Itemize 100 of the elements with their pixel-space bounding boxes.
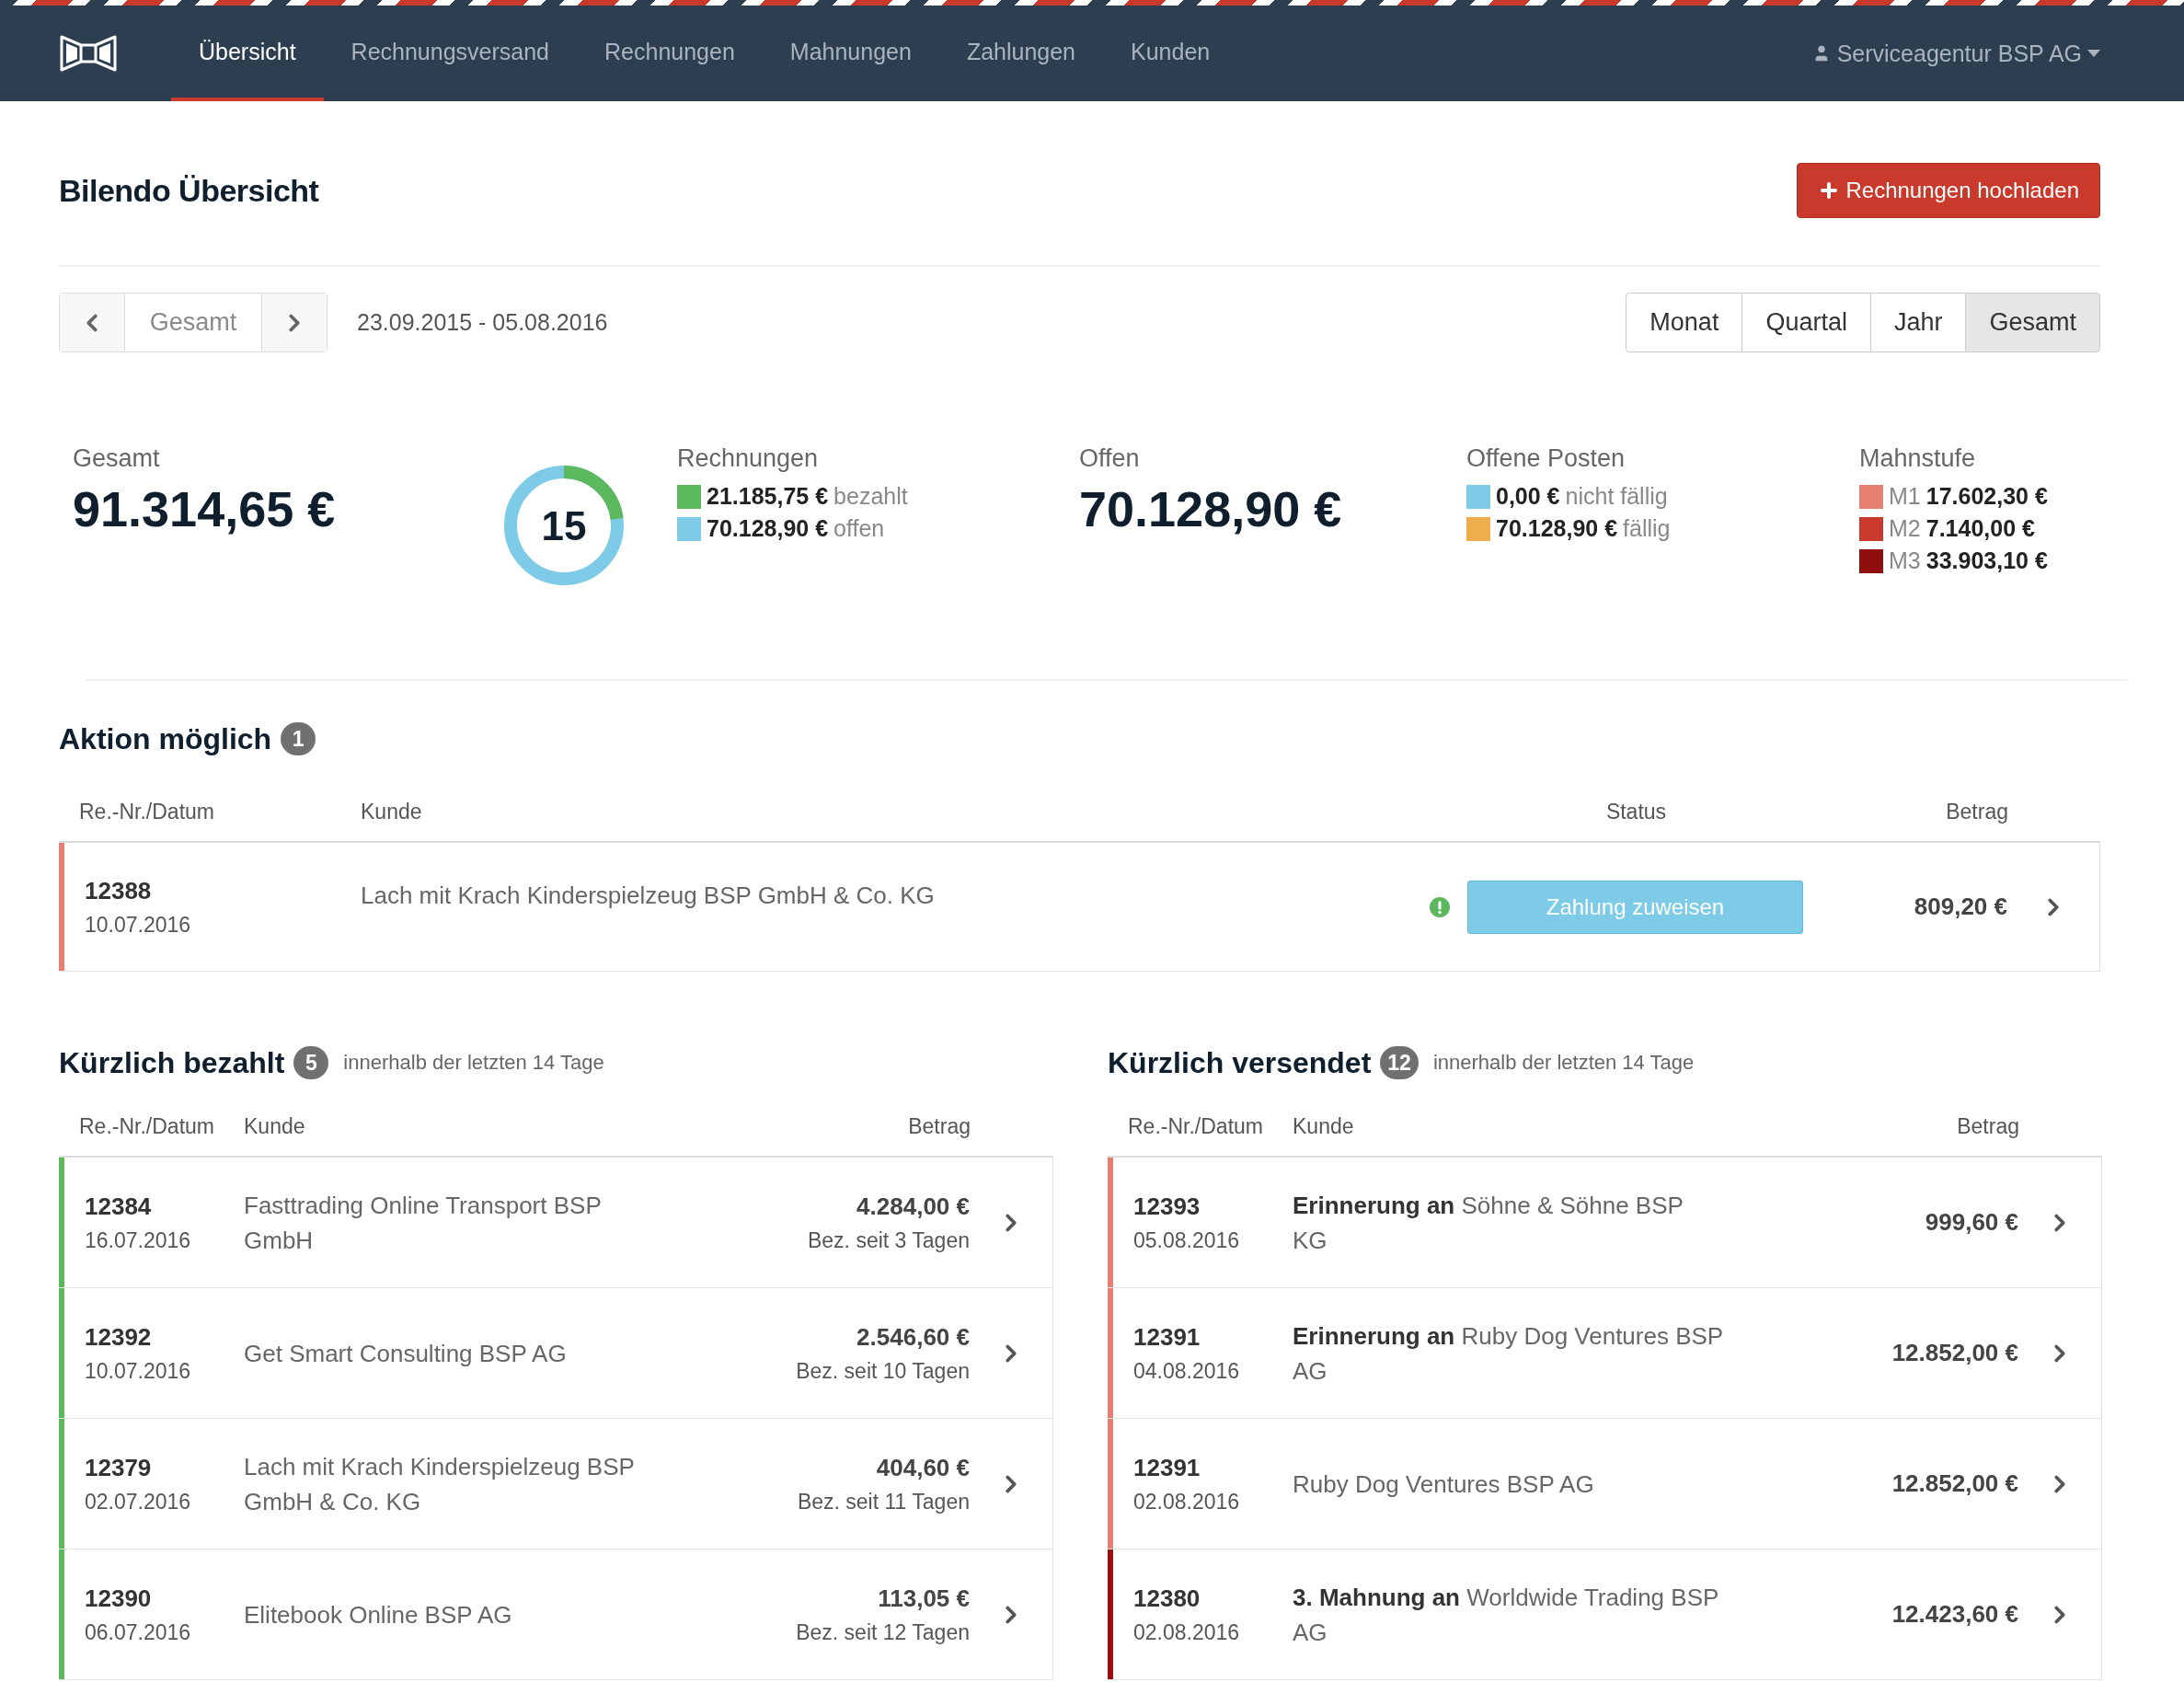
invoice-row[interactable]: 12380 02.08.2016 3. Mahnung an Worldwide Trading BSP AG 12.423,60 €: [1108, 1550, 2102, 1680]
section-note: innerhalb der letzten 14 Tage: [343, 1051, 604, 1075]
invoice-number: 12391: [1133, 1453, 1201, 1482]
invoice-amount: 2.546,60 €: [856, 1322, 970, 1352]
count-badge: 12: [1380, 1046, 1419, 1079]
invoice-row[interactable]: 12393 05.08.2016 Erinnerung an Söhne & Söhne BSP KG 999,60 €: [1108, 1158, 2102, 1288]
invoice-date: 02.08.2016: [1133, 1619, 1241, 1645]
column-header: Kunde: [1293, 1113, 1355, 1139]
column-header: Re.-Nr./Datum: [1127, 1113, 1264, 1139]
invoice-amount: 404,60 €: [876, 1453, 970, 1482]
customer-name: Erinnerung an Söhne & Söhne BSP KG: [1293, 1190, 1684, 1256]
column-header: Betrag: [907, 1113, 971, 1139]
section-note: innerhalb der letzten 14 Tage: [1432, 1051, 1695, 1075]
invoice-row[interactable]: 12379 02.07.2016 Lach mit Krach Kinderspielzeug BSP GmbH & Co. KG 404,60 € Bez. seit 11 Tagen: [59, 1419, 1053, 1550]
invoice-number: 12391: [1133, 1322, 1201, 1352]
section-title: Kürzlich bezahlt: [59, 1045, 285, 1080]
invoice-row[interactable]: 12392 10.07.2016 Get Smart Consulting BSP AG 2.546,60 € Bez. seit 10 Tagen: [59, 1288, 1053, 1419]
invoice-row[interactable]: 12384 16.07.2016 Fasttrading Online Transport BSP GmbH 4.284,00 € Bez. seit 3 Tagen: [59, 1158, 1053, 1288]
customer-name: Erinnerung an Ruby Dog Ventures BSP AG: [1293, 1320, 1724, 1387]
column-header: Re.-Nr./Datum: [78, 799, 215, 824]
invoice-number: 12390: [85, 1584, 153, 1613]
customer-name: Ruby Dog Ventures BSP AG: [1293, 1469, 1595, 1500]
column-header: Kunde: [244, 1113, 306, 1139]
range-toggle[interactable]: Quartal: [1741, 293, 1871, 352]
invoice-amount: 113,05 €: [878, 1584, 970, 1613]
range-toggle[interactable]: Gesamt: [1965, 293, 2100, 352]
invoice-date: 04.08.2016: [1133, 1358, 1241, 1384]
invoice-number: 12384: [85, 1192, 153, 1221]
nav-tab[interactable]: Rechnungsversand: [323, 6, 577, 101]
customer-name: 3. Mahnung an Worldwide Trading BSP AG: [1293, 1582, 1719, 1648]
date-range: 23.09.2015 - 05.08.2016: [357, 309, 608, 336]
invoice-amount: 12.423,60 €: [1891, 1600, 2018, 1629]
legend-amount: 70.128,90 €: [707, 515, 829, 542]
customer-name: Lach mit Krach Kinderspielzeug BSP GmbH & Co. KG: [244, 1451, 636, 1517]
stat-value: 91.314,65 €: [73, 480, 337, 537]
range-toggle[interactable]: Monat: [1626, 293, 1743, 352]
alert-icon: [1430, 896, 1450, 917]
invoice-row[interactable]: 12390 06.07.2016 Elitebook Online BSP AG 113,05 € Bez. seit 12 Tagen: [59, 1550, 1053, 1680]
upload-button[interactable]: Rechnungen hochladen: [1797, 163, 2100, 218]
column-header: Betrag: [1956, 1113, 2019, 1139]
invoice-number: 12392: [85, 1322, 153, 1352]
column-header: Status: [1604, 799, 1668, 824]
nav-tab[interactable]: Übersicht: [171, 6, 324, 101]
stat-label: Offene Posten: [1466, 444, 1627, 473]
bow-tie-logo-icon[interactable]: [59, 34, 118, 73]
legend-amount: 7.140,00 €: [1925, 515, 2035, 542]
invoice-amount: 809,20 €: [1914, 893, 2007, 921]
column-header: Betrag: [1945, 799, 2008, 824]
legend-label: fällig: [1623, 515, 1671, 542]
invoice-count: 15: [540, 503, 588, 549]
paid-since: Bez. seit 11 Tagen: [797, 1489, 970, 1515]
stat-label: Rechnungen: [677, 444, 820, 473]
invoice-amount: 4.284,00 €: [856, 1192, 970, 1221]
legend-label: bezahlt: [833, 483, 908, 510]
column-header: Re.-Nr./Datum: [78, 1113, 215, 1139]
invoice-row[interactable]: 12388 10.07.2016 Lach mit Krach Kinderspielzeug BSP GmbH & Co. KG Zahlung zuweisen 809,20 €: [59, 843, 2100, 972]
account-menu[interactable]: Serviceagentur BSP AG: [1810, 6, 2100, 101]
legend-amount: 0,00 €: [1496, 483, 1560, 510]
nav-tab[interactable]: Zahlungen: [938, 6, 1104, 101]
paid-since: Bez. seit 10 Tagen: [796, 1358, 970, 1384]
range-toggle[interactable]: Jahr: [1869, 293, 1967, 352]
legend-amount: 21.185,75 €: [707, 483, 829, 510]
section-title: Aktion möglich: [59, 721, 272, 756]
legend-label: nicht fällig: [1565, 483, 1668, 510]
invoice-amount: 12.852,00 €: [1891, 1469, 2018, 1498]
nav-tab[interactable]: Kunden: [1103, 6, 1238, 101]
stat-label: Offen: [1079, 444, 1141, 473]
legend-level: M2: [1889, 515, 1921, 542]
legend-amount: 70.128,90 €: [1496, 515, 1618, 542]
invoice-row[interactable]: 12391 02.08.2016 Ruby Dog Ventures BSP AG 12.852,00 €: [1108, 1419, 2102, 1550]
invoice-number: 12388: [85, 876, 153, 905]
invoice-date: 10.07.2016: [85, 1358, 192, 1384]
customer-name: Lach mit Krach Kinderspielzeug BSP GmbH & Co. KG: [361, 881, 936, 911]
stat-label: Gesamt: [73, 444, 161, 473]
legend-level: M1: [1889, 483, 1921, 510]
invoice-date: 10.07.2016: [85, 912, 192, 938]
invoice-date: 02.08.2016: [1133, 1489, 1241, 1515]
invoice-date: 05.08.2016: [1133, 1227, 1241, 1253]
stat-label: Mahnstufe: [1859, 444, 1977, 473]
page-title: Bilendo Übersicht: [59, 172, 319, 209]
customer-name: Fasttrading Online Transport BSP GmbH: [244, 1190, 603, 1256]
invoice-date: 02.07.2016: [85, 1489, 192, 1515]
legend-amount: 17.602,30 €: [1925, 483, 2048, 510]
invoice-amount: 12.852,00 €: [1891, 1339, 2018, 1367]
invoice-row[interactable]: 12391 04.08.2016 Erinnerung an Ruby Dog Ventures BSP AG 12.852,00 €: [1108, 1288, 2102, 1419]
nav-tab[interactable]: Mahnungen: [762, 6, 939, 101]
paid-since: Bez. seit 3 Tagen: [807, 1227, 970, 1253]
legend-amount: 33.903,10 €: [1925, 547, 2048, 574]
caret-down-icon: [2087, 50, 2100, 57]
stat-value: 70.128,90 €: [1079, 480, 1343, 537]
section-title: Kürzlich versendet: [1108, 1045, 1372, 1080]
nav-tab[interactable]: Rechnungen: [577, 6, 763, 101]
customer-name: Get Smart Consulting BSP AG: [244, 1338, 568, 1369]
legend-level: M3: [1889, 547, 1921, 574]
column-header: Kunde: [361, 799, 423, 824]
count-badge: 1: [281, 722, 316, 755]
invoice-number: 12380: [1133, 1584, 1201, 1613]
paid-since: Bez. seit 12 Tagen: [796, 1619, 970, 1645]
invoice-number: 12393: [1133, 1192, 1201, 1221]
invoice-date: 06.07.2016: [85, 1619, 192, 1645]
